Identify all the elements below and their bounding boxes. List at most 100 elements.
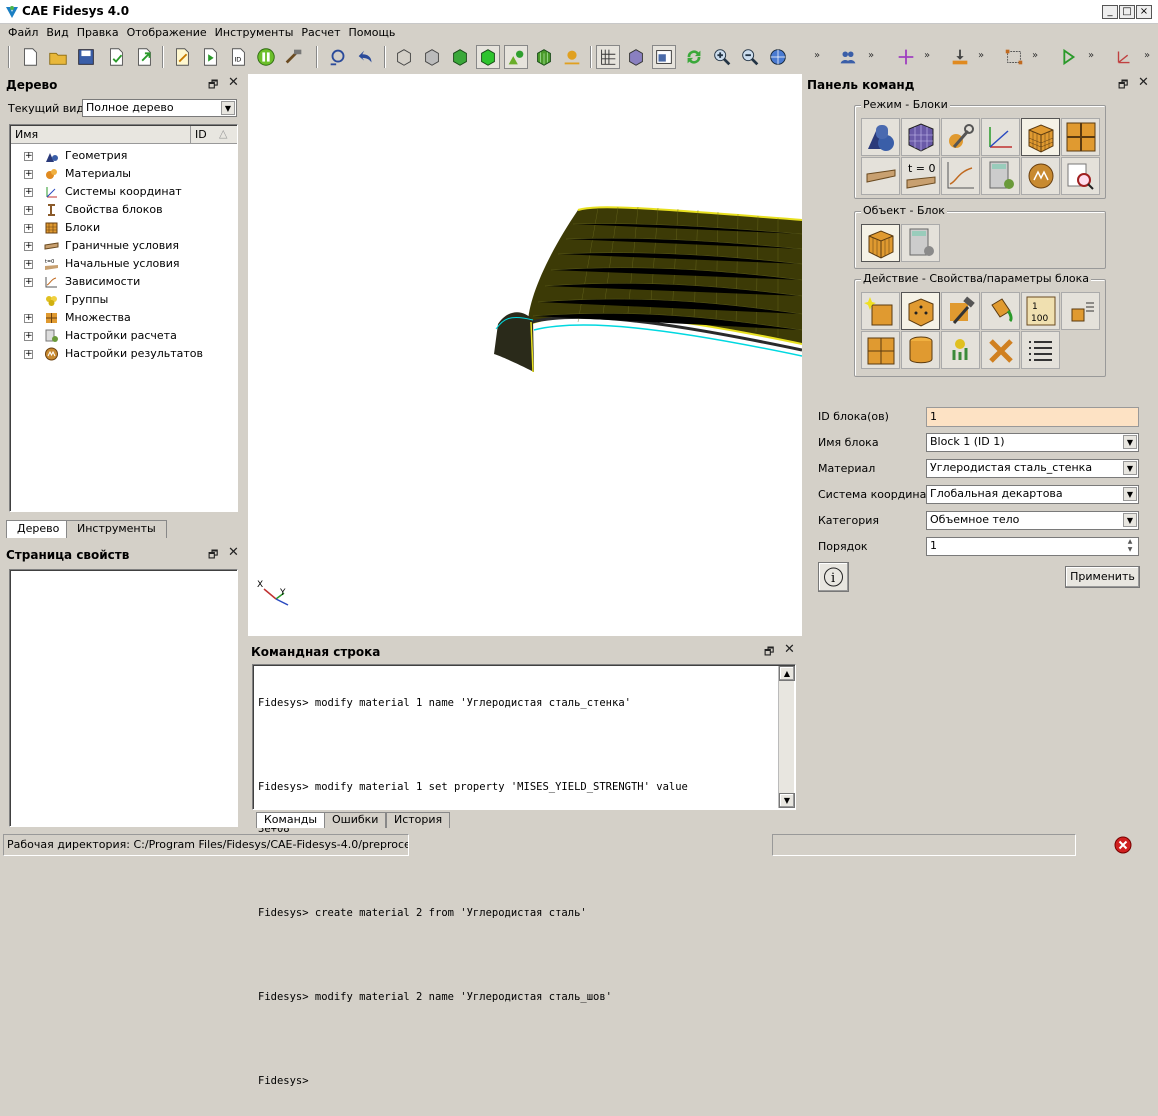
menu-display[interactable]: Отображение: [123, 24, 211, 41]
open-folder-icon[interactable]: [46, 45, 70, 69]
new-file-icon[interactable]: [18, 45, 42, 69]
chevron-down-icon[interactable]: ▼: [221, 101, 235, 115]
mode-dependencies-button[interactable]: [941, 157, 980, 195]
expand-icon[interactable]: +: [24, 260, 33, 269]
mode-calc-settings-button[interactable]: [981, 157, 1020, 195]
action-create-button[interactable]: [861, 292, 900, 330]
chevron-down-icon[interactable]: ▼: [1123, 461, 1137, 475]
tab-tree[interactable]: Дерево: [6, 520, 71, 538]
view-select[interactable]: Полное дерево ▼: [82, 99, 237, 117]
smooth-shaded-cube-icon[interactable]: [476, 45, 500, 69]
mode-blocks-button[interactable]: [1021, 118, 1060, 156]
expand-icon[interactable]: +: [24, 350, 33, 359]
mode-coordinate-systems-button[interactable]: [981, 118, 1020, 156]
stop-error-icon[interactable]: [1113, 835, 1133, 855]
float-panel-icon[interactable]: 🗗: [208, 76, 218, 95]
expand-icon[interactable]: +: [24, 188, 33, 197]
menu-file[interactable]: Файл: [4, 24, 42, 41]
expand-icon[interactable]: +: [24, 314, 33, 323]
spin-down-icon[interactable]: ▼: [1123, 546, 1137, 554]
close-window-button[interactable]: ×: [1136, 5, 1152, 19]
run-script-icon[interactable]: [198, 45, 222, 69]
tab-history[interactable]: История: [386, 812, 451, 828]
reset-view-icon[interactable]: [326, 45, 350, 69]
command-output[interactable]: Fidesys> modify material 1 name 'Углерод…: [252, 664, 796, 1087]
expand-icon[interactable]: +: [24, 152, 33, 161]
pause-icon[interactable]: [254, 45, 278, 69]
toolbar-overflow[interactable]: »: [1032, 50, 1038, 61]
menu-view[interactable]: Вид: [42, 24, 72, 41]
action-renumber-button[interactable]: 1 100: [1021, 292, 1060, 330]
bounding-box-icon[interactable]: [1002, 45, 1026, 69]
expand-icon[interactable]: +: [24, 170, 33, 179]
graphics-viewport[interactable]: X Y: [248, 74, 803, 636]
col-name-header[interactable]: Имя: [15, 128, 38, 141]
expand-icon[interactable]: +: [24, 278, 33, 287]
close-panel-icon[interactable]: ✕: [784, 642, 795, 657]
order-spinbox[interactable]: 1 ▲ ▼: [926, 537, 1139, 556]
zoom-in-icon[interactable]: [710, 45, 734, 69]
coord-system-select[interactable]: Глобальная декартова ▼: [926, 485, 1139, 504]
transparent-cube-icon[interactable]: [624, 45, 648, 69]
minimize-button[interactable]: _: [1102, 5, 1118, 19]
tab-errors[interactable]: Ошибки: [324, 812, 387, 828]
import-icon[interactable]: [104, 45, 128, 69]
menu-calc[interactable]: Расчет: [297, 24, 344, 41]
id-script-icon[interactable]: ID: [226, 45, 250, 69]
action-cylinder-button[interactable]: [901, 331, 940, 369]
action-modify-button[interactable]: [941, 292, 980, 330]
load-icon[interactable]: [948, 45, 972, 69]
mode-results-button[interactable]: [1021, 157, 1060, 195]
menu-edit[interactable]: Правка: [73, 24, 123, 41]
expand-icon[interactable]: +: [24, 224, 33, 233]
apply-button[interactable]: Применить: [1065, 566, 1140, 588]
window-view-icon[interactable]: [652, 45, 676, 69]
hidden-line-cube-icon[interactable]: [420, 45, 444, 69]
mode-boundary-conditions-button[interactable]: [861, 157, 900, 195]
maximize-button[interactable]: □: [1119, 5, 1135, 19]
toolbar-overflow[interactable]: »: [814, 50, 820, 61]
col-id-header[interactable]: ID: [195, 128, 207, 141]
chevron-down-icon[interactable]: ▼: [1123, 513, 1137, 527]
mesh-cube-icon[interactable]: [532, 45, 556, 69]
float-panel-icon[interactable]: 🗗: [208, 546, 218, 565]
scroll-down-button[interactable]: ▼: [779, 793, 795, 808]
mode-materials-button[interactable]: [941, 118, 980, 156]
action-properties-button[interactable]: [901, 292, 940, 330]
command-input[interactable]: Fidesys>: [258, 1074, 773, 1088]
nodes-icon[interactable]: [560, 45, 584, 69]
close-panel-icon[interactable]: ✕: [1138, 75, 1149, 90]
wireframe-cube-icon[interactable]: [392, 45, 416, 69]
object-block-button[interactable]: [861, 224, 900, 262]
expand-icon[interactable]: +: [24, 242, 33, 251]
add-point-icon[interactable]: [894, 45, 918, 69]
refresh-icon[interactable]: [682, 45, 706, 69]
category-select[interactable]: Объемное тело ▼: [926, 511, 1139, 530]
geometry-shapes-icon[interactable]: [504, 45, 528, 69]
action-split-button[interactable]: [861, 331, 900, 369]
tab-commands[interactable]: Команды: [256, 812, 326, 828]
undo-icon[interactable]: [354, 45, 378, 69]
axes-grid-icon[interactable]: [596, 45, 620, 69]
block-name-select[interactable]: Block 1 (ID 1) ▼: [926, 433, 1139, 452]
mode-initial-conditions-button[interactable]: t = 0: [901, 157, 940, 195]
run-calc-icon[interactable]: [1056, 45, 1080, 69]
info-button[interactable]: i: [818, 562, 849, 592]
material-select[interactable]: Углеродистая сталь_стенка ▼: [926, 459, 1139, 478]
expand-icon[interactable]: +: [24, 206, 33, 215]
mode-sets-button[interactable]: [1061, 118, 1100, 156]
mode-geometry-button[interactable]: [861, 118, 900, 156]
export-icon[interactable]: [132, 45, 156, 69]
edit-script-icon[interactable]: [170, 45, 194, 69]
toolbar-overflow[interactable]: »: [1144, 50, 1150, 61]
spin-up-icon[interactable]: ▲: [1123, 538, 1137, 546]
mode-mesh-button[interactable]: [901, 118, 940, 156]
toolbar-overflow[interactable]: »: [978, 50, 984, 61]
tools-hammer-icon[interactable]: [282, 45, 306, 69]
action-color-button[interactable]: [981, 292, 1020, 330]
action-list-button[interactable]: [1061, 292, 1100, 330]
save-icon[interactable]: [74, 45, 98, 69]
command-scrollbar[interactable]: ▲ ▼: [778, 666, 795, 808]
toolbar-overflow[interactable]: »: [868, 50, 874, 61]
action-info-list-button[interactable]: [1021, 331, 1060, 369]
